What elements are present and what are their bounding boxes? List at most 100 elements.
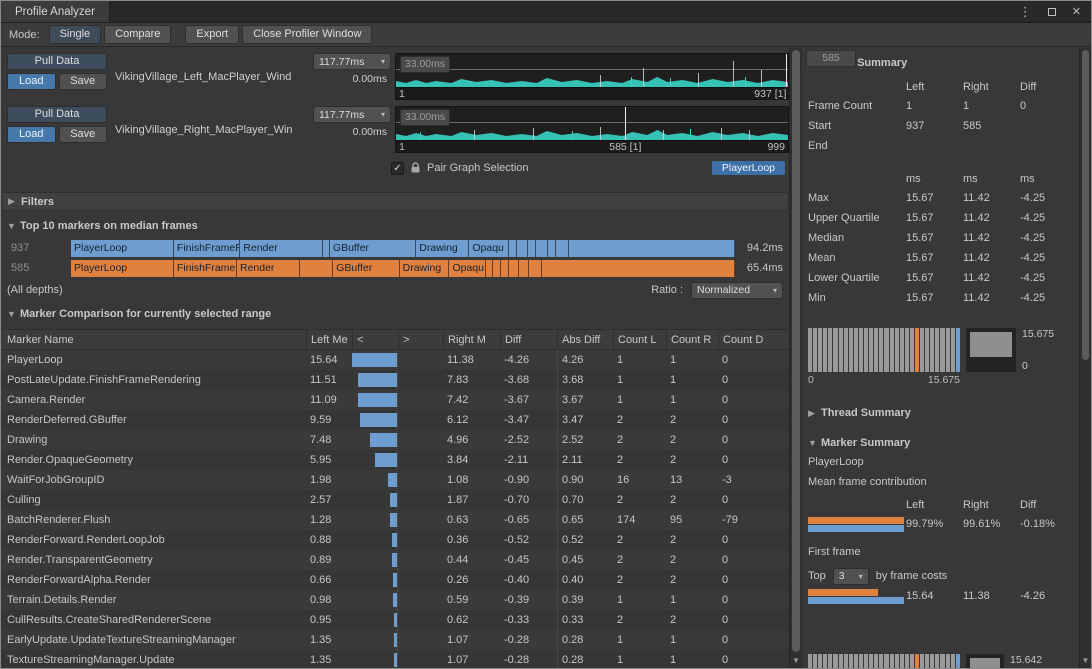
export-button[interactable]: Export <box>185 25 239 44</box>
left-scrollbar-thumb[interactable] <box>792 50 800 652</box>
top10-segment[interactable]: Render <box>237 260 300 277</box>
menu-icon[interactable]: ⋮ <box>1019 5 1032 18</box>
load-button[interactable]: Load <box>7 73 56 90</box>
top10-segment[interactable] <box>323 240 330 257</box>
mode-label: Mode: <box>9 29 40 41</box>
close-icon[interactable]: ✕ <box>1072 5 1081 18</box>
top10-segment[interactable]: FinishFrameR <box>174 240 240 257</box>
column-header[interactable]: Left Me <box>306 330 352 349</box>
column-header[interactable]: Diff <box>500 330 557 349</box>
maximize-icon[interactable] <box>1048 8 1056 16</box>
frame-time-graph-left[interactable]: 33.00ms <box>395 53 789 100</box>
histogram-bar <box>823 654 827 668</box>
tab-profile-analyzer[interactable]: Profile Analyzer <box>1 1 110 22</box>
graph-plot[interactable]: 33.00ms <box>395 106 789 140</box>
top10-segment[interactable] <box>486 260 493 277</box>
selected-marker-chip[interactable]: PlayerLoop <box>712 161 785 175</box>
table-row[interactable]: PlayerLoop15.6411.38-4.264.26110 <box>1 350 789 370</box>
close-profiler-button[interactable]: Close Profiler Window <box>242 25 372 44</box>
save-button[interactable]: Save <box>59 73 108 90</box>
cell-diff: -0.28 <box>500 634 557 646</box>
table-row[interactable]: WaitForJobGroupID1.981.08-0.900.901613-3 <box>1 470 789 490</box>
right-scrollbar[interactable]: ▼ <box>1079 48 1091 668</box>
top10-segment[interactable] <box>300 260 333 277</box>
top10-segment[interactable]: GBuffer <box>330 240 416 257</box>
table-row[interactable]: Terrain.Details.Render0.980.59-0.390.391… <box>1 590 789 610</box>
thread-summary-foldout[interactable]: ▶ Thread Summary <box>808 404 1076 422</box>
table-row[interactable]: PostLateUpdate.FinishFrameRendering11.51… <box>1 370 789 390</box>
column-header[interactable]: Marker Name <box>1 330 306 349</box>
first-frame-right-button[interactable]: 585 <box>806 50 856 67</box>
comparison-table-header[interactable]: Marker NameLeft Me<>Right MDiffAbs DiffC… <box>1 329 789 350</box>
top10-segment[interactable]: Drawing <box>400 260 450 277</box>
top10-segment[interactable] <box>501 260 509 277</box>
cell-left-median: 9.59 <box>306 414 352 426</box>
table-row[interactable]: Culling2.571.87-0.700.70220 <box>1 490 789 510</box>
table-row[interactable]: EarlyUpdate.UpdateTextureStreamingManage… <box>1 630 789 650</box>
pair-selection-checkbox[interactable]: ✓ <box>391 162 404 175</box>
filters-foldout[interactable]: ▶ Filters <box>3 192 787 211</box>
compare-mode-button[interactable]: Compare <box>104 25 171 44</box>
top10-segment[interactable]: GBuffer <box>333 260 399 277</box>
column-header[interactable]: Count D <box>718 330 788 349</box>
right-scrollbar-thumb[interactable] <box>1082 50 1089 360</box>
column-header[interactable]: > <box>398 330 443 349</box>
table-row[interactable]: CullResults.CreateSharedRendererScene0.9… <box>1 610 789 630</box>
top10-segment[interactable] <box>529 260 542 277</box>
top10-segment[interactable] <box>528 240 536 257</box>
top10-segment[interactable] <box>569 240 735 257</box>
table-row[interactable]: BatchRenderer.Flush1.280.63-0.650.651749… <box>1 510 789 530</box>
pull-data-button[interactable]: Pull Data <box>7 106 107 123</box>
table-row[interactable]: RenderForwardAlpha.Render0.660.26-0.400.… <box>1 570 789 590</box>
left-scrollbar[interactable]: ▼ <box>789 48 802 668</box>
top10-segment[interactable]: Drawing <box>416 240 469 257</box>
save-button[interactable]: Save <box>59 126 108 143</box>
scroll-down-arrow-icon[interactable]: ▼ <box>1080 656 1091 666</box>
range-dropdown[interactable]: 117.77ms ▾ <box>313 106 391 123</box>
top10-segment[interactable] <box>509 240 517 257</box>
range-dropdown[interactable]: 117.77ms ▾ <box>313 53 391 70</box>
top10-segment[interactable] <box>509 260 519 277</box>
top10-segment[interactable] <box>536 240 548 257</box>
top10-segment[interactable]: PlayerLoop <box>71 240 174 257</box>
scroll-down-arrow-icon[interactable]: ▼ <box>790 656 802 666</box>
top10-segment[interactable]: Render <box>240 240 323 257</box>
lock-icon[interactable] <box>410 162 421 174</box>
selected-frame-line[interactable] <box>625 107 626 140</box>
selected-frame-line[interactable] <box>786 54 787 87</box>
column-header[interactable]: Count L <box>613 330 666 349</box>
pull-data-button[interactable]: Pull Data <box>7 53 107 70</box>
frame-summary-column-headers: Left Right Diff <box>808 78 1076 96</box>
comparison-foldout[interactable]: ▼ Marker Comparison for currently select… <box>1 305 789 323</box>
column-header[interactable]: Right M <box>443 330 500 349</box>
table-row[interactable]: TextureStreamingManager.Update1.351.07-0… <box>1 650 789 668</box>
table-row[interactable]: Drawing7.484.96-2.522.52220 <box>1 430 789 450</box>
column-header[interactable]: Abs Diff <box>557 330 613 349</box>
marker-summary-foldout[interactable]: ▼ Marker Summary <box>808 434 1076 452</box>
top10-segment[interactable] <box>548 240 556 257</box>
table-row[interactable]: RenderForward.RenderLoopJob0.880.36-0.52… <box>1 530 789 550</box>
table-row[interactable]: Render.OpaqueGeometry5.953.84-2.112.1122… <box>1 450 789 470</box>
cell-count-right: 1 <box>666 354 718 366</box>
table-row[interactable]: RenderDeferred.GBuffer9.596.12-3.473.472… <box>1 410 789 430</box>
column-header[interactable]: Count R <box>666 330 718 349</box>
graph-plot[interactable]: 33.00ms <box>395 53 789 87</box>
load-button[interactable]: Load <box>7 126 56 143</box>
top10-segment[interactable] <box>517 240 528 257</box>
table-row[interactable]: Render.TransparentGeometry0.890.44-0.450… <box>1 550 789 570</box>
ratio-dropdown[interactable]: Normalized ▾ <box>691 282 783 299</box>
table-row[interactable]: Camera.Render11.097.42-3.673.67110 <box>1 390 789 410</box>
top10-segment[interactable] <box>493 260 502 277</box>
top10-segment[interactable]: FinishFrameR <box>174 260 237 277</box>
single-mode-button[interactable]: Single <box>49 25 102 44</box>
top-n-dropdown[interactable]: 3 ▾ <box>833 568 869 585</box>
top10-segment[interactable]: Opaqu <box>449 260 486 277</box>
top10-segment[interactable] <box>556 240 569 257</box>
top10-segment[interactable] <box>519 260 529 277</box>
top10-foldout[interactable]: ▼ Top 10 markers on median frames <box>1 217 789 235</box>
top10-segment[interactable]: Opaqu <box>469 240 509 257</box>
top10-segment[interactable]: PlayerLoop <box>71 260 174 277</box>
column-header[interactable]: < <box>352 330 398 349</box>
frame-time-graph-right[interactable]: 33.00ms <box>395 106 789 153</box>
top10-segment[interactable] <box>542 260 735 277</box>
